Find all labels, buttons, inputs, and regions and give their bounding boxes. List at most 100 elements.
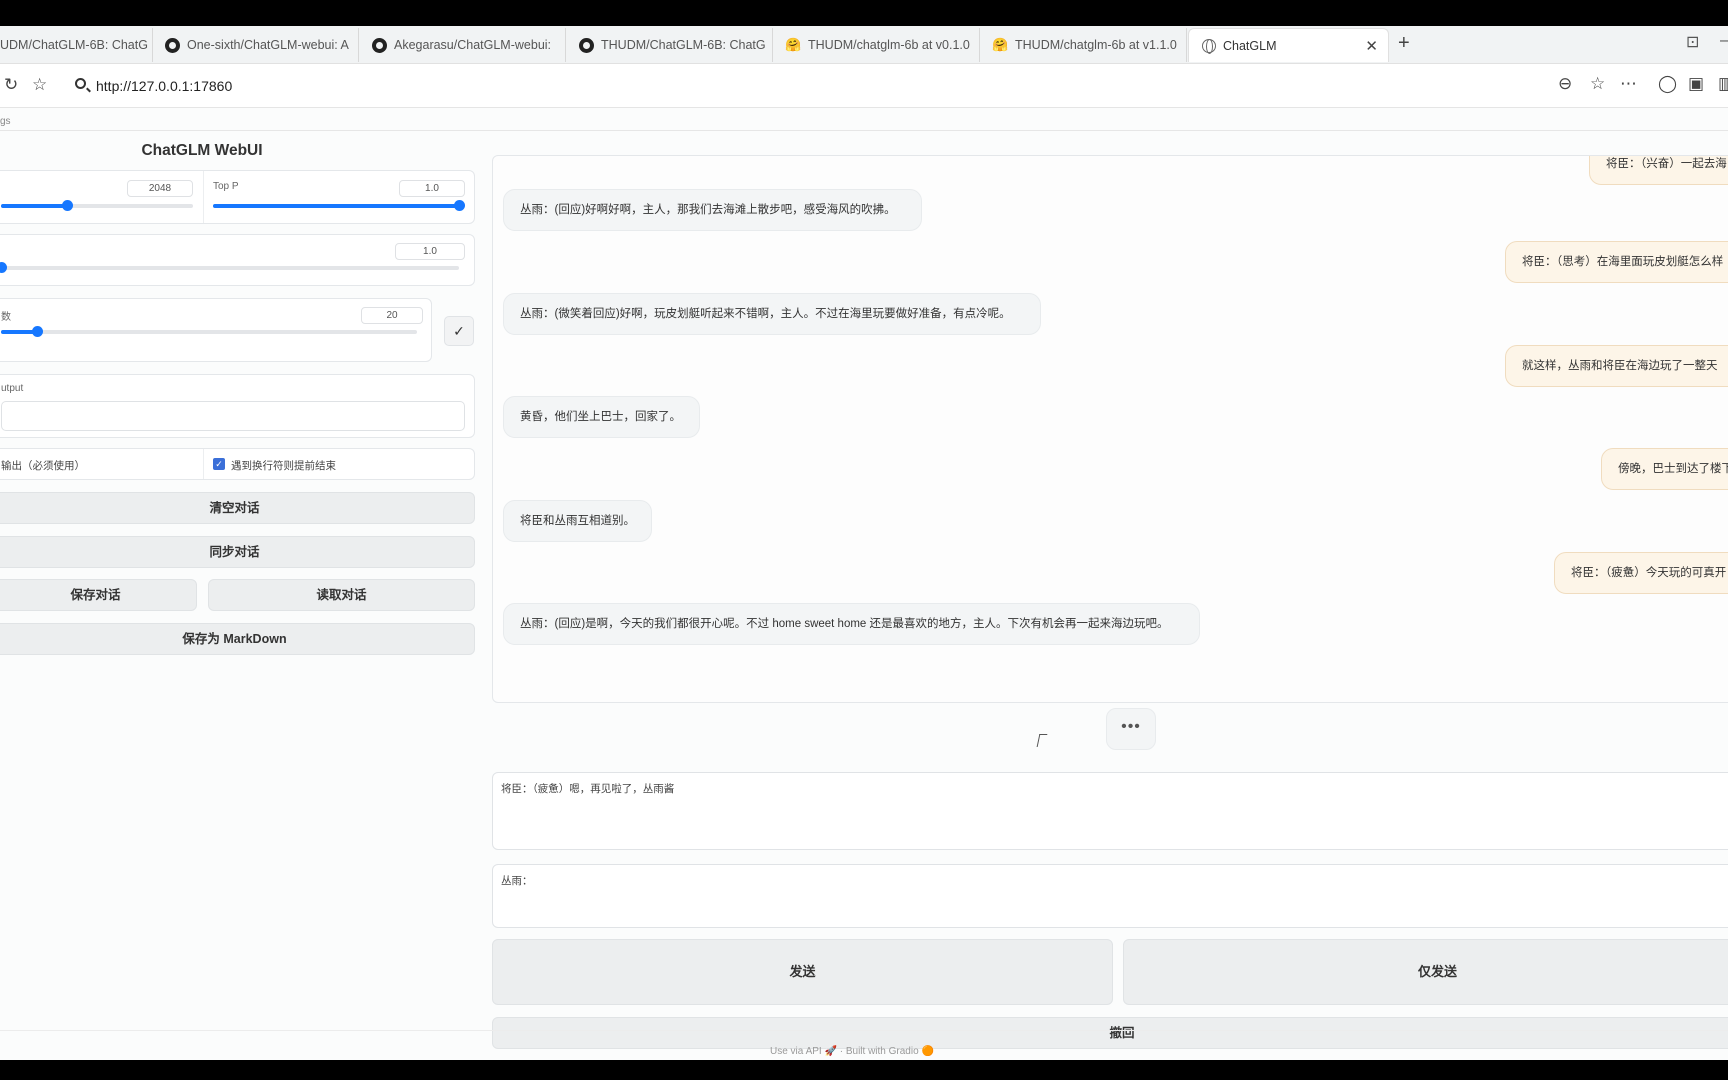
save-chat-button[interactable]: 保存对话 (0, 579, 197, 611)
chatbot-panel: 将臣：（兴奋）一起去海 丛雨：(回应)好啊好啊，主人，那我们去海滩上散步吧，感受… (492, 155, 1728, 703)
chat-message-user: 傍晚，巴士到达了楼下 (1601, 448, 1728, 490)
address-bar: ↻ ☆ http://127.0.0.1:17860 ⊖ ☆ ⋯ ◯ ▣ ▥ (0, 64, 1728, 108)
history-slider[interactable] (1, 326, 417, 337)
search-icon (75, 78, 86, 89)
history-card: 数 20 (0, 298, 432, 362)
top-p-slider[interactable] (213, 200, 465, 211)
mouse-cursor-icon (1036, 734, 1048, 747)
tab-title: Akegarasu/ChatGLM-webui: (394, 38, 552, 52)
tab-title: UDM/ChatGLM-6B: ChatG (0, 38, 148, 52)
tab-thudm-chatglm[interactable]: THUDM/ChatGLM-6B: ChatG (567, 28, 773, 62)
undo-button[interactable]: 撤回 (492, 1017, 1728, 1049)
history-number[interactable]: 20 (361, 307, 423, 324)
more-menu-icon[interactable]: ⋯ (1620, 74, 1637, 94)
chat-message-bot: 丛雨：(微笑着回应)好啊，玩皮划艇听起来不错啊，主人。不过在海里玩要做好准备，有… (503, 293, 1041, 335)
top-p-number[interactable]: 1.0 (399, 180, 465, 197)
typing-indicator: ••• (1106, 708, 1156, 750)
save-markdown-button[interactable]: 保存为 MarkDown (0, 623, 475, 655)
slider-thumb[interactable] (62, 200, 73, 211)
newline-checkbox[interactable]: ✓ (213, 458, 225, 470)
output-label: utput (1, 383, 24, 394)
tab-hf-v110[interactable]: 🤗 THUDM/chatglm-6b at v1.1.0 (981, 28, 1187, 62)
minimize-icon[interactable]: – (1720, 32, 1728, 50)
max-length-slider[interactable] (1, 200, 193, 211)
tab-hf-v010[interactable]: 🤗 THUDM/chatglm-6b at v0.1.0 (774, 28, 980, 62)
chat-message-bot: 将臣和丛雨互相道别。 (503, 500, 652, 542)
settings-tab-label[interactable]: gs (0, 116, 11, 127)
newline-option-label: 遇到换行符则提前结束 (231, 460, 336, 472)
chat-message-user: 将臣：（思考）在海里面玩皮划艇怎么样 (1505, 241, 1728, 283)
chat-message-bot: 丛雨：(回应)是啊，今天的我们都很开心呢。不过 home sweet home … (503, 603, 1200, 645)
sidebar-icon[interactable]: ▥ (1718, 74, 1728, 94)
chat-message-bot: 黄昏，他们坐上巴士，回家了。 (503, 396, 700, 438)
close-icon[interactable]: ✕ (1365, 37, 1378, 55)
built-with-gradio-link[interactable]: Built with Gradio (846, 1046, 919, 1057)
send-button[interactable]: 发送 (492, 939, 1113, 1005)
app-title: ChatGLM WebUI (141, 142, 263, 159)
tab-akegarasu[interactable]: Akegarasu/ChatGLM-webui: (360, 28, 566, 62)
slider-thumb[interactable] (454, 200, 465, 211)
divider (203, 171, 204, 223)
sampling-card: 2048 Top P 1.0 (0, 170, 475, 224)
huggingface-icon: 🤗 (992, 37, 1009, 52)
globe-icon (1201, 38, 1216, 54)
tab-one-sixth[interactable]: One-sixth/ChatGLM-webui: A (153, 28, 359, 62)
tab-actions-icon[interactable]: ⊡ (1686, 32, 1699, 52)
tab-title: THUDM/chatglm-6b at v0.1.0 (808, 38, 970, 52)
slider-thumb[interactable] (32, 326, 43, 337)
chat-message-bot: 丛雨：(回应)好啊好啊，主人，那我们去海滩上散步吧，感受海风的吹拂。 (503, 189, 922, 231)
top-p-label: Top P (213, 181, 239, 192)
gradio-logo-icon: 🟠 (921, 1046, 934, 1057)
max-length-number[interactable]: 2048 (127, 180, 193, 197)
tab-title: THUDM/chatglm-6b at v1.1.0 (1015, 38, 1177, 52)
extension-circle-icon[interactable]: ◯ (1658, 74, 1677, 94)
footer: Use via API 🚀 · Built with Gradio 🟠 (770, 1046, 934, 1057)
bot-prefix-textarea[interactable]: 丛雨： (492, 864, 1728, 928)
divider (203, 449, 204, 479)
new-tab-plus-icon[interactable]: + (1398, 32, 1410, 55)
footer-divider (0, 1030, 1728, 1031)
clear-chat-button[interactable]: 清空对话 (0, 492, 475, 524)
slider-thumb[interactable] (0, 262, 7, 273)
send-only-button[interactable]: 仅发送 (1123, 939, 1728, 1005)
chat-message-user: 将臣：（兴奋）一起去海 (1589, 156, 1728, 185)
github-icon (372, 37, 387, 53)
temperature-number[interactable]: 1.0 (395, 243, 465, 260)
favorites-star-icon[interactable]: ☆ (32, 75, 47, 95)
user-message-text: 将臣：（疲惫）嗯，再见啦了，丛雨酱 (501, 783, 675, 795)
tab-title: One-sixth/ChatGLM-webui: A (187, 38, 349, 52)
url-text: http://127.0.0.1:17860 (96, 78, 233, 94)
tab-chatglm-6b-1[interactable]: UDM/ChatGLM-6B: ChatG (0, 28, 153, 62)
use-via-api-link[interactable]: Use via API (770, 1046, 822, 1057)
github-icon (579, 37, 594, 53)
output-card: utput (0, 374, 475, 438)
chat-message-user: 将臣：（疲惫）今天玩的可真开 (1554, 552, 1728, 594)
output-input[interactable] (1, 401, 465, 431)
github-icon (165, 37, 180, 53)
extension-icon[interactable]: ▣ (1688, 74, 1704, 94)
tab-chatglm-active[interactable]: ChatGLM ✕ (1188, 28, 1389, 62)
user-message-textarea[interactable]: 将臣：（疲惫）嗯，再见啦了，丛雨酱 (492, 772, 1728, 850)
options-card: 输出（必须使用） ✓ 遇到换行符则提前结束 (0, 448, 475, 480)
gradio-page: gs ChatGLM WebUI 2048 Top P 1.0 1.0 数 20… (0, 108, 1728, 1060)
footer-separator: · (839, 1046, 844, 1057)
browser-window: UDM/ChatGLM-6B: ChatG One-sixth/ChatGLM-… (0, 26, 1728, 1060)
chat-message-user: 就这样，丛雨和将臣在海边玩了一整天 (1505, 345, 1728, 387)
sync-chat-button[interactable]: 同步对话 (0, 536, 475, 568)
tab-title: ChatGLM (1223, 38, 1277, 53)
divider (0, 130, 1728, 131)
confirm-check-button[interactable]: ✓ (444, 316, 474, 346)
tab-bar: UDM/ChatGLM-6B: ChatG One-sixth/ChatGLM-… (0, 26, 1728, 64)
bot-prefix-text: 丛雨： (501, 875, 533, 887)
history-label: 数 (1, 312, 11, 323)
temperature-card: 1.0 (0, 234, 475, 286)
zoom-out-icon[interactable]: ⊖ (1558, 74, 1572, 94)
refresh-icon[interactable]: ↻ (4, 75, 18, 95)
temperature-slider[interactable] (0, 262, 459, 273)
favorite-star-icon[interactable]: ☆ (1590, 74, 1605, 94)
screen: UDM/ChatGLM-6B: ChatG One-sixth/ChatGLM-… (0, 0, 1728, 1080)
load-chat-button[interactable]: 读取对话 (208, 579, 475, 611)
stream-option-label[interactable]: 输出（必须使用） (1, 458, 85, 473)
url-field[interactable]: http://127.0.0.1:17860 (66, 71, 1586, 101)
huggingface-icon: 🤗 (785, 37, 802, 52)
